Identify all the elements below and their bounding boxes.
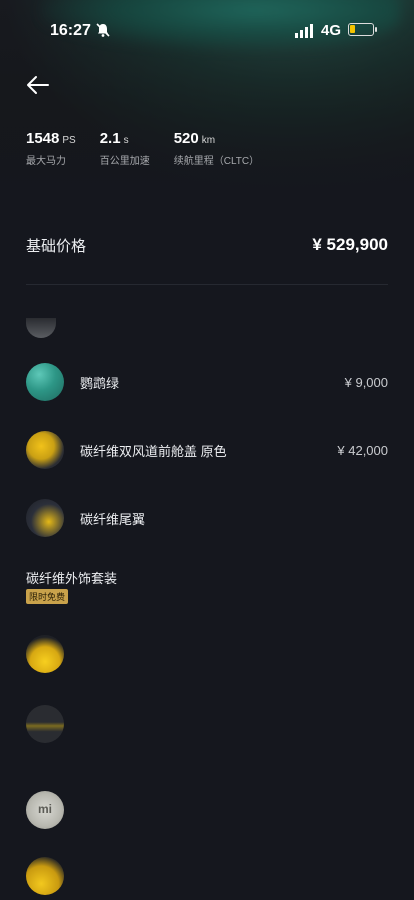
option-name: 碳纤维尾翼 (80, 511, 146, 527)
bell-muted-icon (96, 23, 110, 37)
option-price: ¥ 42,000 (337, 442, 388, 458)
package-title: 碳纤维外饰套装 (26, 571, 118, 586)
spec-acceleration: 2.1 s 百公里加速 (99, 130, 150, 167)
back-arrow-icon[interactable] (26, 74, 50, 96)
base-price-label: 基础价格 (26, 237, 87, 255)
brand-logo-thumbnail: mi (26, 791, 64, 829)
spec-range: 520 km 续航里程（CLTC） (173, 130, 260, 167)
free-badge: 限时免费 (26, 589, 69, 604)
option-item-color[interactable]: 鹦鹉绿 ¥ 9,000 (26, 362, 388, 402)
option-item-hood[interactable]: 碳纤维双风道前舱盖 原色 ¥ 42,000 (26, 430, 388, 470)
package-item-trim[interactable] (26, 704, 388, 744)
base-price-value: ¥ 529,900 (312, 235, 388, 254)
paint-swatch-icon (26, 363, 64, 401)
spec-summary: 1548 PS 最大马力 2.1 s 百公里加速 520 km 续航里程（CLTC） (26, 130, 259, 167)
trim-thumbnail (26, 705, 64, 743)
status-bar: 16:27 4G (0, 0, 414, 60)
rear-wing-icon (26, 499, 64, 537)
mirror-thumbnail (26, 635, 64, 673)
spec-horsepower: 1548 PS 最大马力 (26, 130, 76, 167)
wheel-thumbnail[interactable] (26, 318, 56, 338)
side-skirt-thumbnail (26, 857, 64, 895)
status-time: 16:27 (50, 22, 91, 39)
option-price: ¥ 9,000 (344, 374, 388, 390)
network-type: 4G (321, 22, 342, 39)
divider (26, 284, 388, 285)
option-item-wing[interactable]: 碳纤维尾翼 (26, 498, 388, 538)
package-item-logo[interactable]: mi (26, 790, 388, 830)
base-price-row: 基础价格 ¥ 529,900 (26, 234, 388, 256)
signal-icon (295, 24, 313, 38)
battery-icon (348, 23, 377, 36)
package-item-side[interactable] (26, 856, 388, 896)
logo-text: mi (37, 802, 52, 816)
hood-icon (26, 431, 64, 469)
battery-level (350, 25, 355, 33)
package-item-mirror[interactable] (26, 634, 388, 674)
option-name: 碳纤维双风道前舱盖 原色 (80, 443, 227, 459)
option-name: 鹦鹉绿 (80, 375, 120, 391)
